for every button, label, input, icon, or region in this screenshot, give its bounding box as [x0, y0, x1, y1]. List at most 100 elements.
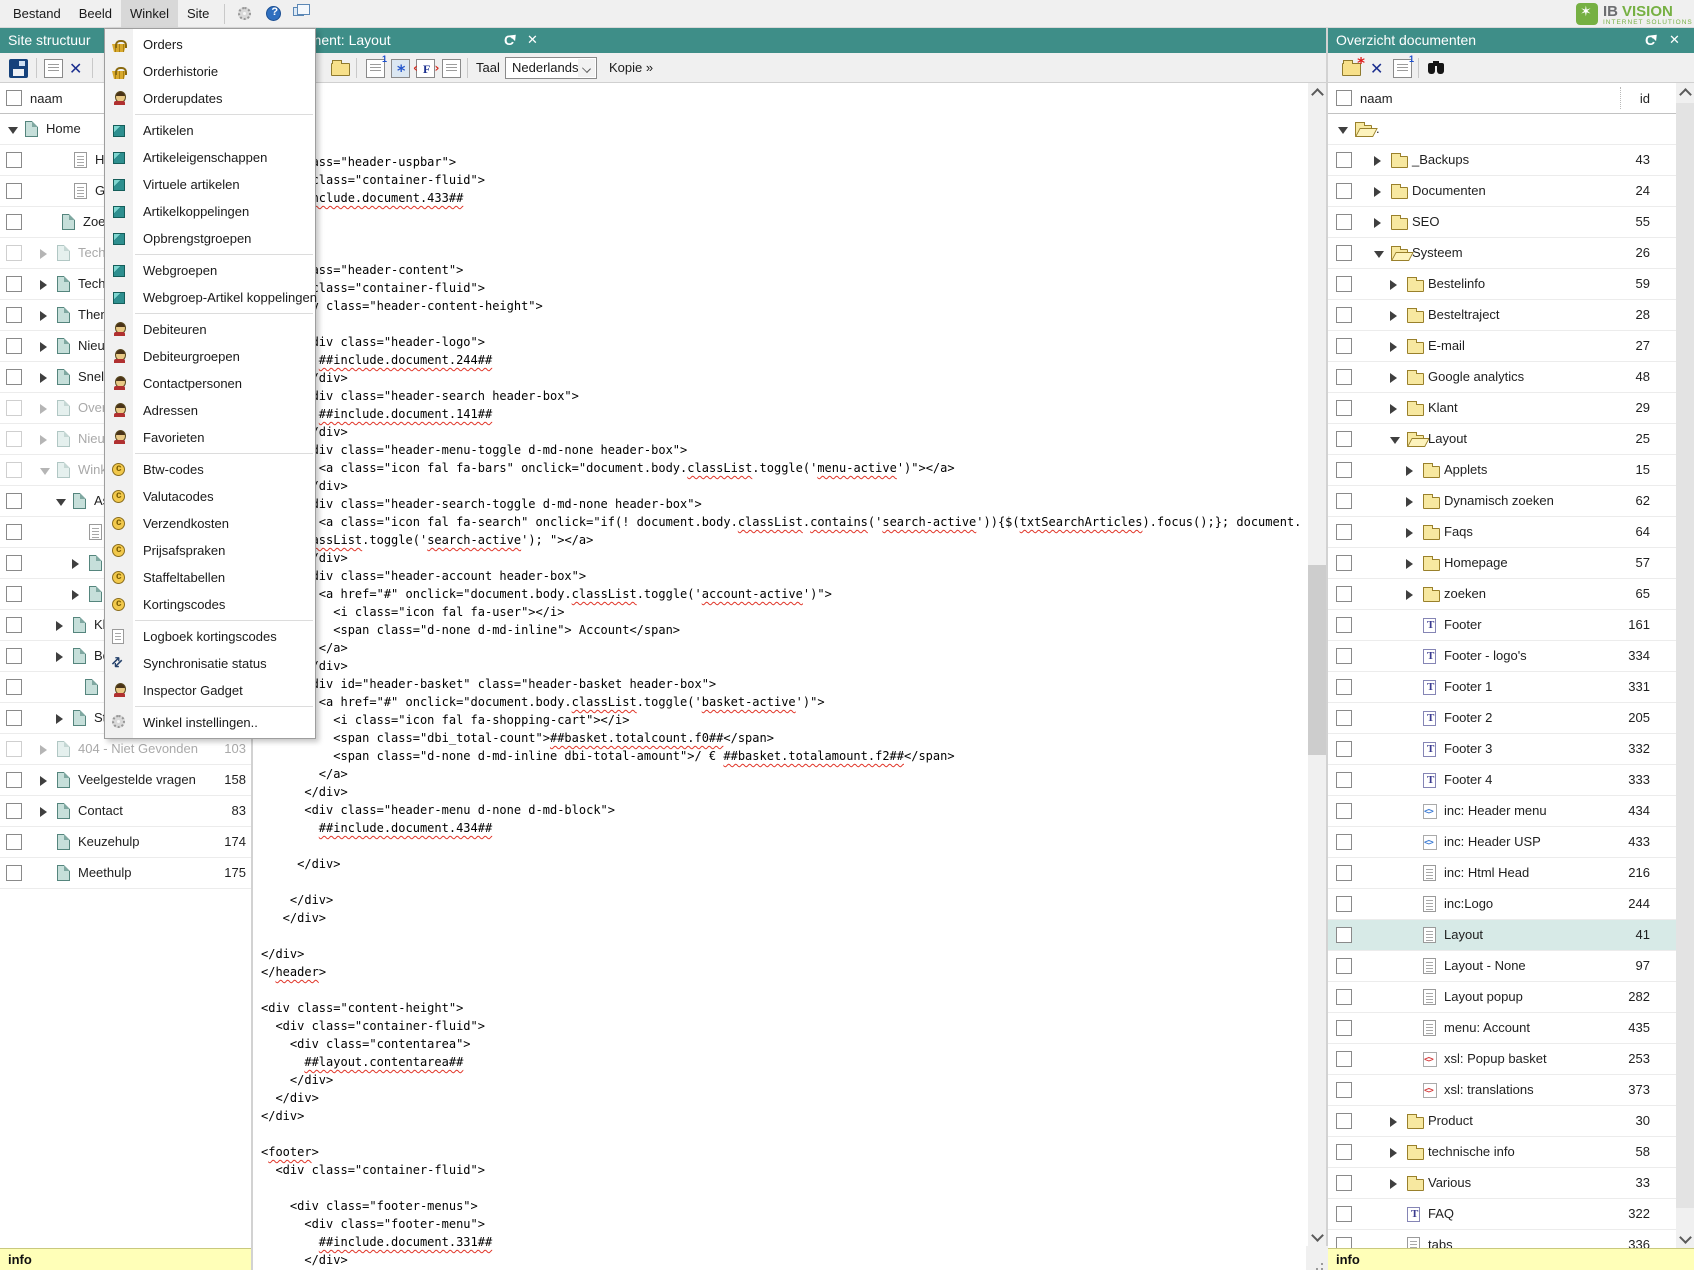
row-checkbox[interactable] — [1336, 1206, 1352, 1222]
expand-arrow-icon[interactable] — [40, 745, 47, 755]
expand-arrow-icon[interactable] — [56, 621, 63, 631]
expand-arrow-icon[interactable] — [40, 807, 47, 817]
document-tree-row[interactable]: Google analytics48 — [1328, 362, 1676, 393]
document-tree-row[interactable]: Documenten24 — [1328, 176, 1676, 207]
document-tree-row[interactable]: Footer 4333 — [1328, 765, 1676, 796]
row-checkbox[interactable] — [1336, 803, 1352, 819]
collapse-arrow-icon[interactable] — [8, 127, 18, 134]
menu-item-orderhistorie[interactable]: Orderhistorie — [105, 58, 315, 85]
gear-icon[interactable] — [234, 0, 256, 28]
site-tree-row[interactable]: Veelgestelde vragen158 — [0, 765, 251, 796]
row-checkbox[interactable] — [6, 617, 22, 633]
collapse-arrow-icon[interactable] — [56, 499, 66, 506]
scrollbar-thumb[interactable] — [1676, 103, 1694, 1208]
row-checkbox[interactable] — [6, 648, 22, 664]
row-checkbox[interactable] — [6, 400, 22, 416]
document-tree-row[interactable]: Layout25 — [1328, 424, 1676, 455]
document-tree-row[interactable]: Layout - None97 — [1328, 951, 1676, 982]
row-checkbox[interactable] — [1336, 1175, 1352, 1191]
document-tree-row[interactable]: Footer161 — [1328, 610, 1676, 641]
document-tree-row[interactable]: inc:Logo244 — [1328, 889, 1676, 920]
kopie-button[interactable]: Kopie » — [609, 60, 653, 75]
row-checkbox[interactable] — [1336, 772, 1352, 788]
code-editor[interactable]: <div class="header-uspbar"> <div class="… — [253, 83, 1308, 1270]
menu-item-valutacodes[interactable]: Valutacodes — [105, 483, 315, 510]
row-checkbox[interactable] — [1336, 431, 1352, 447]
menu-item-orders[interactable]: Orders — [105, 31, 315, 58]
windows-icon[interactable] — [290, 0, 312, 28]
menu-item-artikelen[interactable]: Artikelen — [105, 117, 315, 144]
document-tree-row[interactable]: Footer 1331 — [1328, 672, 1676, 703]
menu-item-staffeltabellen[interactable]: Staffeltabellen — [105, 564, 315, 591]
document-tree-row[interactable]: Bestelinfo59 — [1328, 269, 1676, 300]
expand-arrow-icon[interactable] — [40, 404, 47, 414]
ftag-icon[interactable] — [416, 59, 435, 78]
row-checkbox[interactable] — [1336, 710, 1352, 726]
expand-arrow-icon[interactable] — [72, 559, 79, 569]
row-checkbox[interactable] — [1336, 1144, 1352, 1160]
document-tree-row[interactable]: xsl: translations373 — [1328, 1075, 1676, 1106]
row-checkbox[interactable] — [1336, 958, 1352, 974]
row-checkbox[interactable] — [6, 183, 22, 199]
resize-grip[interactable] — [1306, 1246, 1328, 1270]
expand-arrow-icon[interactable] — [1390, 311, 1397, 321]
row-checkbox[interactable] — [1336, 927, 1352, 943]
menu-item-artikeleigenschappen[interactable]: Artikeleigenschappen — [105, 144, 315, 171]
row-checkbox[interactable] — [6, 338, 22, 354]
row-checkbox[interactable] — [1336, 865, 1352, 881]
row-checkbox[interactable] — [6, 679, 22, 695]
row-checkbox[interactable] — [1336, 586, 1352, 602]
row-checkbox[interactable] — [1336, 276, 1352, 292]
row-checkbox[interactable] — [1336, 1113, 1352, 1129]
document-tree-row[interactable]: Dynamisch zoeken62 — [1328, 486, 1676, 517]
help-icon[interactable] — [262, 0, 284, 28]
document-tree-row[interactable]: Layout popup282 — [1328, 982, 1676, 1013]
row-checkbox[interactable] — [1336, 834, 1352, 850]
row-checkbox[interactable] — [1336, 896, 1352, 912]
collapse-arrow-icon[interactable] — [40, 468, 50, 475]
row-checkbox[interactable] — [1336, 989, 1352, 1005]
expand-arrow-icon[interactable] — [40, 280, 47, 290]
document-tree-row[interactable]: Various33 — [1328, 1168, 1676, 1199]
expand-arrow-icon[interactable] — [1406, 528, 1413, 538]
menubar-item-winkel[interactable]: Winkel — [121, 0, 178, 28]
expand-arrow-icon[interactable] — [56, 714, 63, 724]
document-tree-row[interactable]: inc: Header menu434 — [1328, 796, 1676, 827]
document-tree-row[interactable]: zoeken65 — [1328, 579, 1676, 610]
document-tree-row[interactable]: Besteltraject28 — [1328, 300, 1676, 331]
row-checkbox[interactable] — [6, 555, 22, 571]
select-all-checkbox[interactable] — [6, 90, 22, 106]
menu-item-inspector-gadget[interactable]: Inspector Gadget — [105, 677, 315, 704]
refresh-icon[interactable] — [1643, 32, 1660, 49]
row-checkbox[interactable] — [1336, 245, 1352, 261]
expand-arrow-icon[interactable] — [40, 435, 47, 445]
menu-item-contactpersonen[interactable]: Contactpersonen — [105, 370, 315, 397]
document-tree-row[interactable]: inc: Html Head216 — [1328, 858, 1676, 889]
row-checkbox[interactable] — [1336, 307, 1352, 323]
props-icon[interactable] — [1393, 59, 1412, 78]
row-checkbox[interactable] — [1336, 338, 1352, 354]
site-tree-row[interactable]: Meethulp175 — [0, 858, 251, 889]
expand-arrow-icon[interactable] — [1390, 342, 1397, 352]
scroll-down-icon[interactable] — [1308, 1228, 1326, 1246]
row-checkbox[interactable] — [6, 524, 22, 540]
document-tree-row[interactable]: SEO55 — [1328, 207, 1676, 238]
menu-item-virtuele-artikelen[interactable]: Virtuele artikelen — [105, 171, 315, 198]
refresh-icon[interactable] — [502, 32, 519, 49]
document-tree-row[interactable]: . — [1328, 114, 1676, 145]
new-icon[interactable] — [44, 59, 63, 78]
row-checkbox[interactable] — [6, 276, 22, 292]
menu-item-artikelkoppelingen[interactable]: Artikelkoppelingen — [105, 198, 315, 225]
row-checkbox[interactable] — [1336, 400, 1352, 416]
expand-arrow-icon[interactable] — [40, 373, 47, 383]
row-checkbox[interactable] — [1336, 648, 1352, 664]
document-tree-row[interactable]: tabs336 — [1328, 1230, 1676, 1248]
document-tree-row[interactable]: Applets15 — [1328, 455, 1676, 486]
expand-arrow-icon[interactable] — [1390, 373, 1397, 383]
scrollbar-thumb[interactable] — [1308, 565, 1326, 755]
expand-arrow-icon[interactable] — [40, 342, 47, 352]
menu-item-debiteurgroepen[interactable]: Debiteurgroepen — [105, 343, 315, 370]
newfolder-icon[interactable] — [1342, 63, 1361, 76]
row-checkbox[interactable] — [1336, 617, 1352, 633]
menu-item-synchronisatie-status[interactable]: Synchronisatie status — [105, 650, 315, 677]
